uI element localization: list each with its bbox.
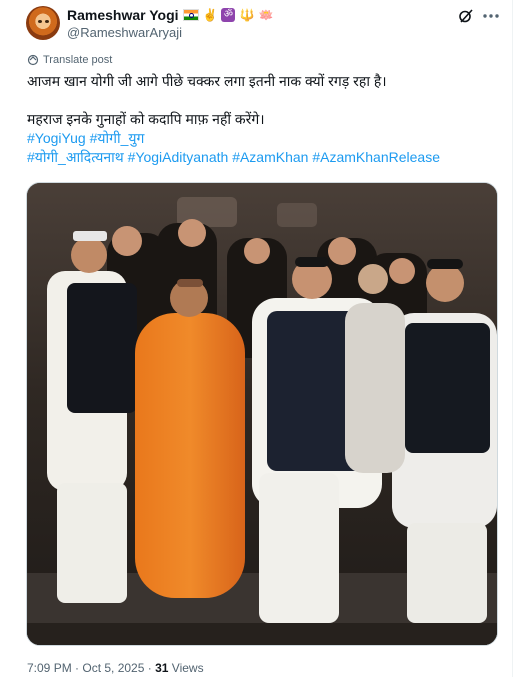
lotus-icon: 🪷 <box>258 8 274 22</box>
trident-icon: 🔱 <box>239 8 255 22</box>
views-count: 31 <box>155 661 169 675</box>
post-text-line: महराज इनके गुनाहों को कदापि माफ़ नहीं कर… <box>27 111 265 127</box>
post-text: आजम खान योगी जी आगे पीछे चक्कर लगा इतनी … <box>27 72 497 167</box>
victory-hand-icon: ✌️ <box>202 8 218 22</box>
views-label: Views <box>171 661 204 675</box>
avatar[interactable] <box>26 6 60 40</box>
translate-icon <box>27 54 39 66</box>
avatar-eye <box>38 20 42 23</box>
timestamp[interactable]: 7:09 PM · Oct 5, 2025 · <box>27 661 152 675</box>
hashtag-link[interactable]: #YogiYug <box>27 130 86 146</box>
avatar-eye <box>45 20 49 23</box>
post-meta: 7:09 PM · Oct 5, 2025 · 31 Views <box>27 661 204 675</box>
india-flag-icon <box>182 9 199 21</box>
author-name-row: Rameshwar Yogi ✌️ ॐ 🔱 🪷 <box>67 6 273 24</box>
hashtag-link[interactable]: #AzamKhanRelease <box>312 149 440 165</box>
hashtag-line: #YogiYug #योगी_युग <box>27 129 497 148</box>
translate-link[interactable]: Translate post <box>27 54 112 66</box>
author-name[interactable]: Rameshwar Yogi <box>67 7 179 23</box>
video-frame <box>27 183 497 645</box>
hashtag-link[interactable]: #योगी_युग <box>90 130 145 146</box>
post-video[interactable] <box>26 182 498 646</box>
more-icon[interactable] <box>482 8 500 24</box>
hashtag-link[interactable]: #YogiAdityanath <box>128 149 229 165</box>
post-card: Rameshwar Yogi ✌️ ॐ 🔱 🪷 @RameshwarAryaji… <box>0 0 513 677</box>
om-icon: ॐ <box>221 8 236 22</box>
translate-label: Translate post <box>43 54 113 66</box>
hashtag-link[interactable]: #AzamKhan <box>232 149 308 165</box>
hashtag-line: #योगी_आदित्यनाथ #YogiAdityanath #AzamKha… <box>27 148 497 167</box>
post-text-line: आजम खान योगी जी आगे पीछे चक्कर लगा इतनी … <box>27 73 387 89</box>
author-handle[interactable]: @RameshwarAryaji <box>67 25 182 40</box>
hashtag-link[interactable]: #योगी_आदित्यनाथ <box>27 149 124 165</box>
grok-icon[interactable] <box>458 8 474 24</box>
